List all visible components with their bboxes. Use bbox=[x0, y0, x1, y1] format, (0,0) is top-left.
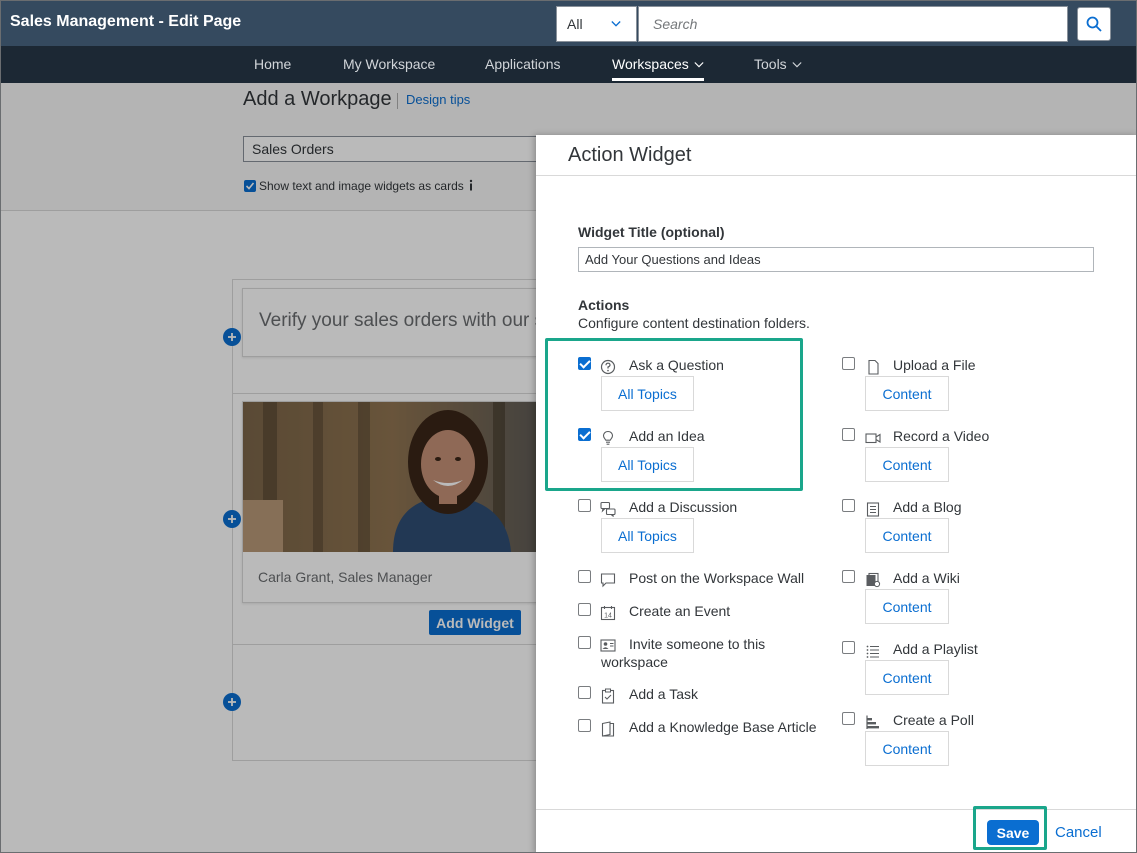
application-window: Sales Management - Edit Page All Home My… bbox=[0, 0, 1137, 853]
add-playlist-checkbox[interactable] bbox=[842, 641, 855, 654]
ask-question-checkbox[interactable] bbox=[578, 357, 591, 370]
upload-file-destination-button[interactable]: Content bbox=[865, 376, 949, 411]
add-blog-checkbox[interactable] bbox=[842, 499, 855, 512]
upload-file-label: Upload a File bbox=[893, 357, 976, 373]
dialog-title: Action Widget bbox=[568, 144, 692, 166]
app-title: Sales Management - Edit Page bbox=[10, 13, 242, 30]
add-discussion-label: Add a Discussion bbox=[629, 499, 738, 515]
upload-file-checkbox[interactable] bbox=[842, 357, 855, 370]
record-video-checkbox[interactable] bbox=[842, 428, 855, 441]
task-icon bbox=[601, 688, 615, 704]
ask-question-destination-button[interactable]: All Topics bbox=[601, 376, 694, 411]
record-video-destination-button[interactable]: Content bbox=[865, 447, 949, 482]
chevron-down-icon bbox=[792, 62, 802, 68]
invite-label-continued: workspace bbox=[601, 654, 668, 670]
invite-checkbox[interactable] bbox=[578, 636, 591, 649]
actions-description: Configure content destination folders. bbox=[578, 315, 810, 331]
nav-item-home[interactable]: Home bbox=[254, 56, 291, 72]
ask-question-label: Ask a Question bbox=[629, 357, 724, 373]
chevron-down-icon bbox=[611, 21, 621, 27]
file-icon bbox=[868, 359, 879, 375]
create-poll-checkbox[interactable] bbox=[842, 712, 855, 725]
add-discussion-destination-button[interactable]: All Topics bbox=[601, 518, 694, 553]
search-button[interactable] bbox=[1077, 7, 1111, 41]
dialog-header: Action Widget bbox=[536, 135, 1136, 176]
poll-icon bbox=[866, 715, 879, 729]
active-nav-indicator bbox=[612, 78, 704, 81]
save-button[interactable]: Save bbox=[987, 820, 1039, 845]
widget-title-input[interactable] bbox=[578, 247, 1094, 272]
search-scope-value: All bbox=[567, 16, 583, 32]
chevron-down-icon bbox=[694, 62, 704, 68]
add-wiki-checkbox[interactable] bbox=[842, 570, 855, 583]
search-input[interactable] bbox=[638, 6, 1068, 42]
invite-icon bbox=[600, 639, 616, 652]
widget-title-label: Widget Title (optional) bbox=[578, 224, 725, 240]
dialog-footer: Save Cancel bbox=[536, 809, 1136, 852]
action-widget-dialog: Action Widget Widget Title (optional) Ac… bbox=[536, 135, 1136, 852]
actions-label: Actions bbox=[578, 297, 630, 313]
add-playlist-label: Add a Playlist bbox=[893, 641, 978, 657]
create-event-checkbox[interactable] bbox=[578, 603, 591, 616]
nav-item-workspaces[interactable]: Workspaces bbox=[612, 56, 704, 72]
add-task-label: Add a Task bbox=[629, 686, 699, 702]
nav-item-tools[interactable]: Tools bbox=[754, 56, 802, 72]
cancel-button[interactable]: Cancel bbox=[1055, 824, 1102, 841]
calendar-icon-date: 14 bbox=[604, 613, 612, 620]
nav-bar: Home My Workspace Applications Workspace… bbox=[1, 46, 1136, 83]
blog-icon bbox=[866, 502, 880, 517]
nav-item-workspaces-label: Workspaces bbox=[612, 56, 689, 72]
create-poll-destination-button[interactable]: Content bbox=[865, 731, 949, 766]
add-wiki-destination-button[interactable]: Content bbox=[865, 589, 949, 624]
lightbulb-icon bbox=[602, 430, 614, 445]
add-discussion-checkbox[interactable] bbox=[578, 499, 591, 512]
add-playlist-destination-button[interactable]: Content bbox=[865, 660, 949, 695]
nav-item-applications[interactable]: Applications bbox=[485, 56, 561, 72]
add-idea-checkbox[interactable] bbox=[578, 428, 591, 441]
add-blog-destination-button[interactable]: Content bbox=[865, 518, 949, 553]
add-kb-article-label: Add a Knowledge Base Article bbox=[629, 719, 817, 735]
create-event-label: Create an Event bbox=[629, 603, 731, 619]
add-task-checkbox[interactable] bbox=[578, 686, 591, 699]
post-wall-checkbox[interactable] bbox=[578, 570, 591, 583]
article-icon bbox=[601, 721, 615, 737]
record-video-label: Record a Video bbox=[893, 428, 990, 444]
add-blog-label: Add a Blog bbox=[893, 499, 962, 515]
calendar-icon: 14 bbox=[600, 606, 616, 621]
nav-item-my-workspace[interactable]: My Workspace bbox=[343, 56, 435, 72]
wiki-icon bbox=[866, 572, 881, 588]
invite-label: Invite someone to this bbox=[629, 636, 766, 652]
discussion-icon bbox=[600, 501, 616, 517]
comment-icon bbox=[600, 573, 616, 588]
add-wiki-label: Add a Wiki bbox=[893, 570, 960, 586]
add-idea-label: Add an Idea bbox=[629, 428, 705, 444]
add-idea-destination-button[interactable]: All Topics bbox=[601, 447, 694, 482]
search-scope-select[interactable]: All bbox=[556, 6, 637, 42]
shell-header: Sales Management - Edit Page All bbox=[1, 1, 1136, 46]
add-kb-article-checkbox[interactable] bbox=[578, 719, 591, 732]
video-icon bbox=[865, 433, 881, 444]
create-poll-label: Create a Poll bbox=[893, 712, 974, 728]
playlist-icon bbox=[866, 645, 879, 658]
question-circle-icon bbox=[600, 359, 616, 375]
search-icon bbox=[1086, 16, 1102, 32]
nav-item-tools-label: Tools bbox=[754, 56, 787, 72]
post-wall-label: Post on the Workspace Wall bbox=[629, 570, 805, 586]
